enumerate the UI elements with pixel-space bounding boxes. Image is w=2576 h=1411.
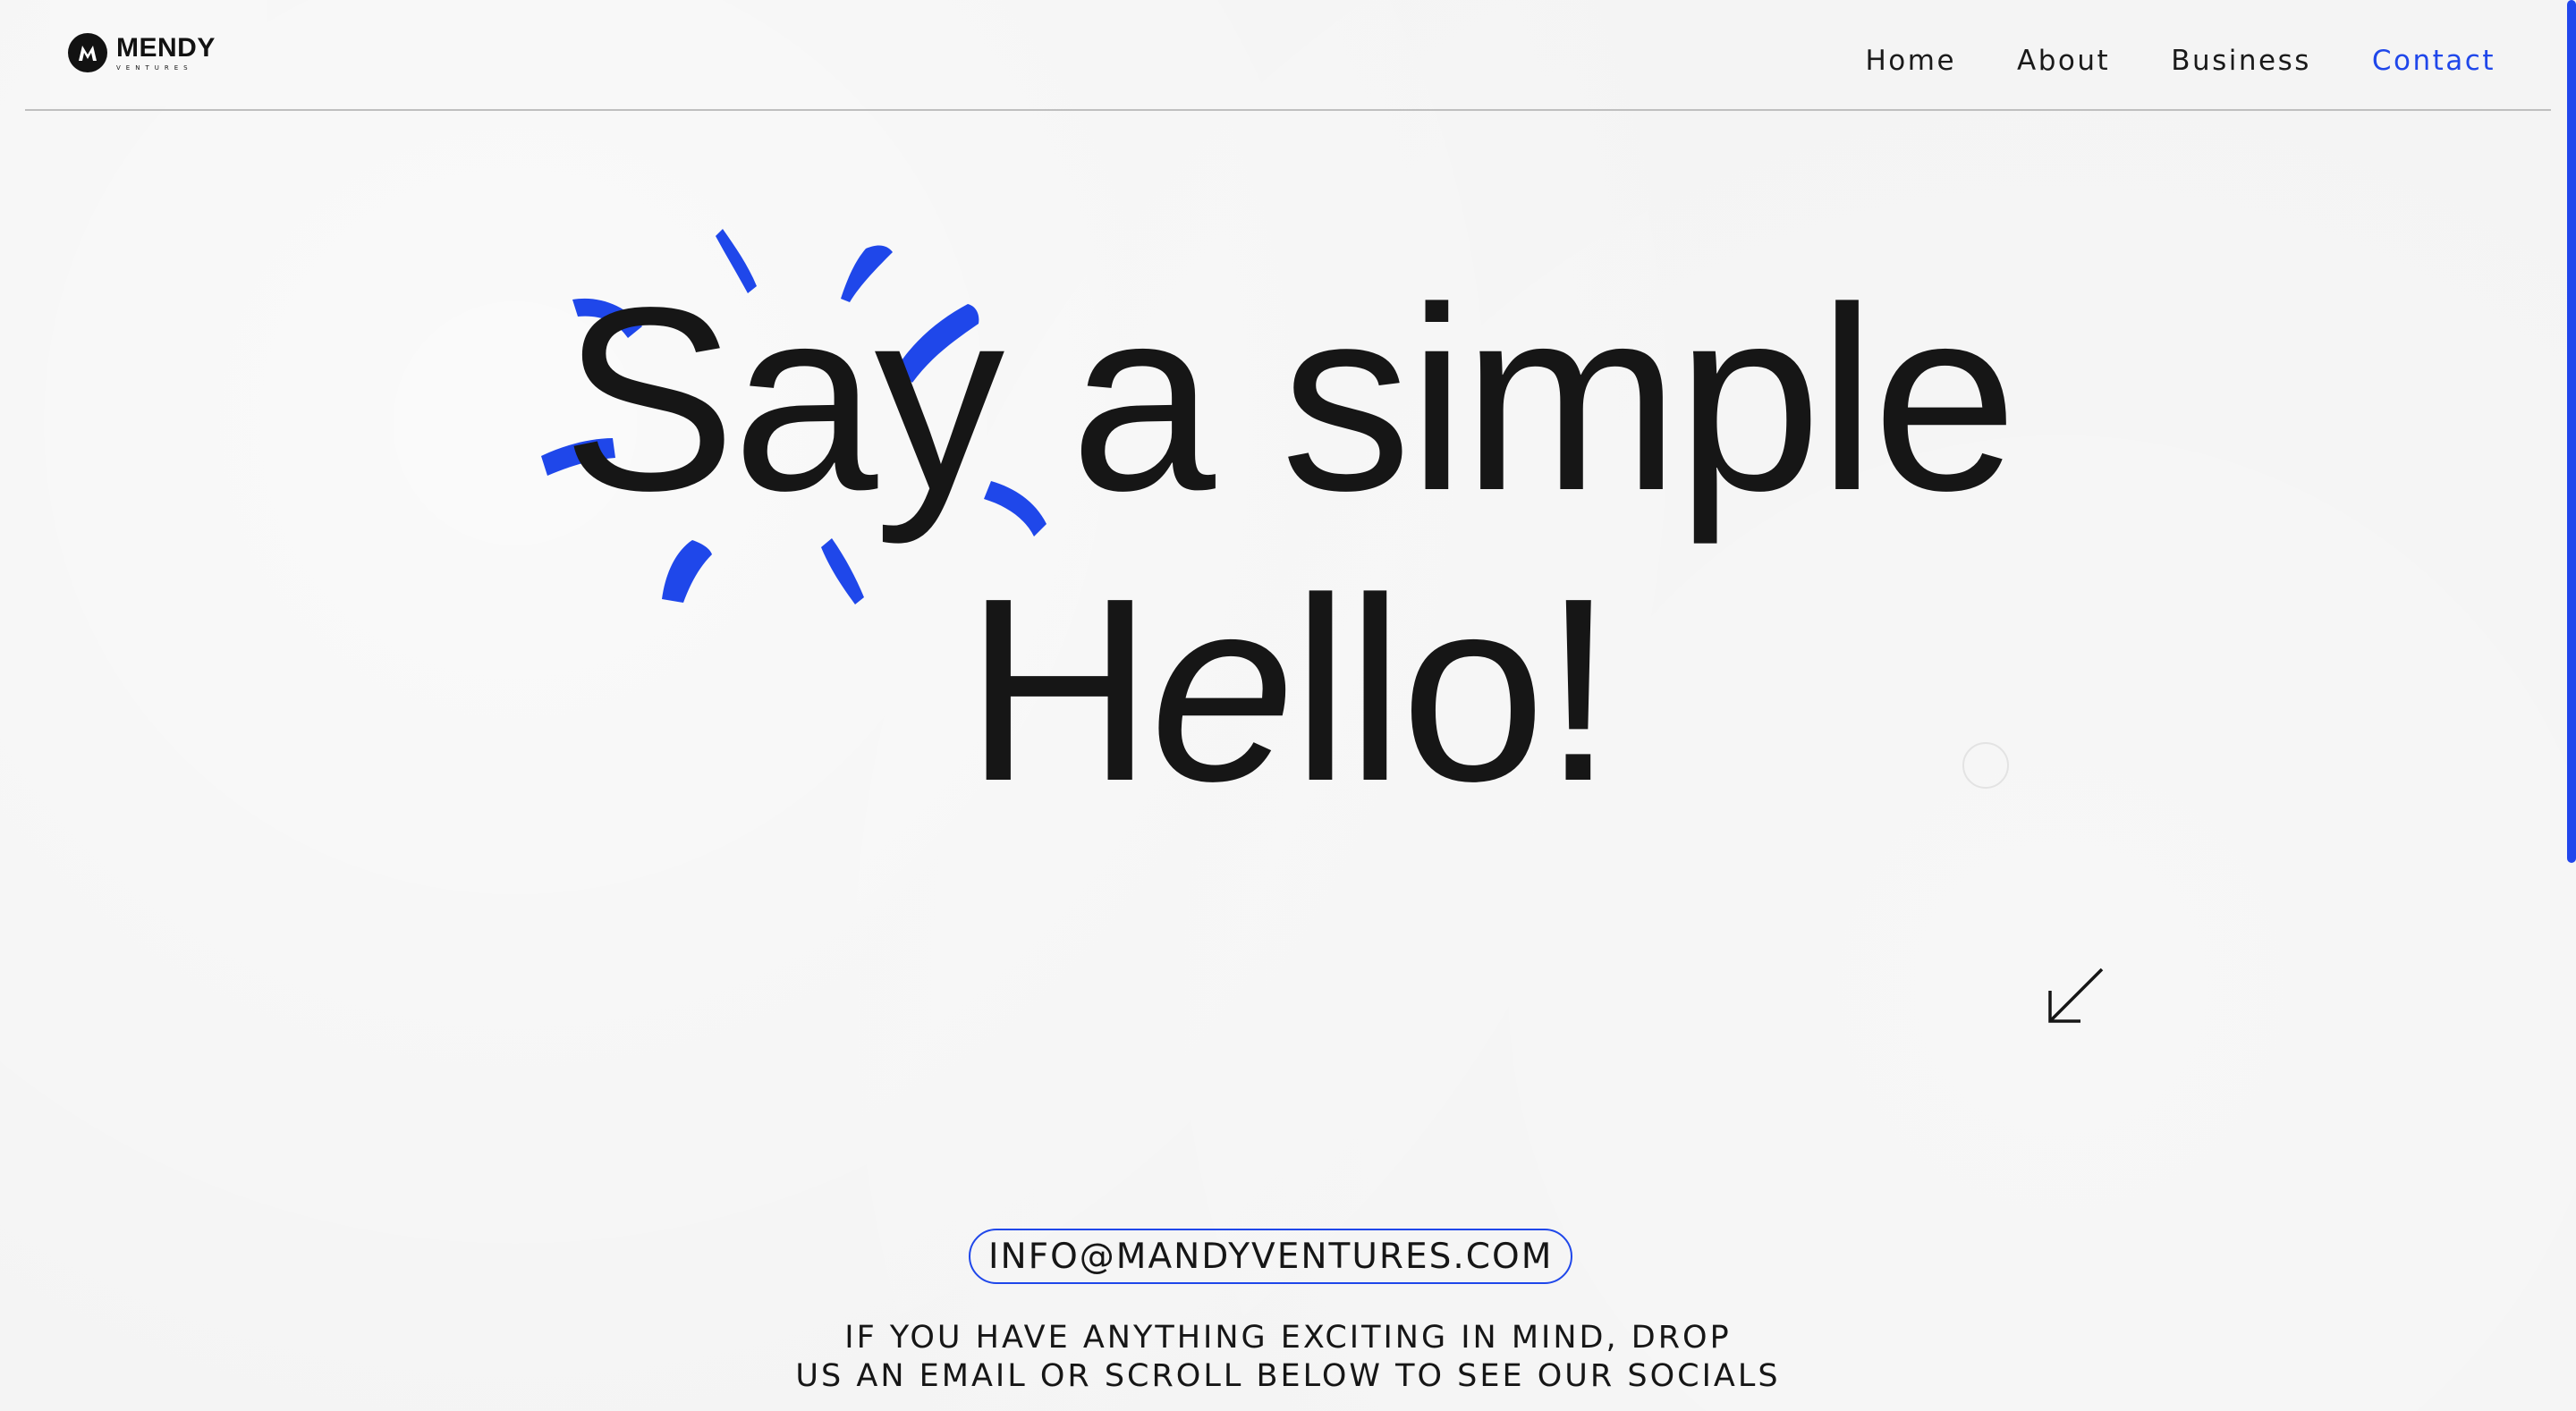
contact-page: MENDY VENTURES Home About Business Conta…	[0, 0, 2576, 1411]
logo-subtitle: VENTURES	[116, 63, 193, 72]
main-nav: Home About Business Contact	[1865, 45, 2496, 77]
brand-logo[interactable]: MENDY VENTURES	[50, 0, 267, 106]
logo-text: MENDY VENTURES	[116, 32, 216, 72]
hero-heading-line2: Hello!	[0, 559, 2576, 820]
header-divider	[25, 109, 2551, 111]
tagline-line1: IF YOU HAVE ANYTHING EXCITING IN MIND, D…	[844, 1320, 1732, 1356]
arrow-down-left-icon[interactable]	[2041, 964, 2107, 1030]
nav-business[interactable]: Business	[2171, 45, 2311, 77]
tagline-line2: US AN EMAIL OR SCROLL BELOW TO SEE OUR S…	[795, 1358, 1781, 1394]
hero-line2-start: H	[964, 544, 1154, 835]
hero-heading-line1: Say a simple	[562, 253, 2018, 545]
scrollbar-track[interactable]	[2563, 0, 2576, 1411]
hero-line2-end: llo!	[1292, 544, 1614, 835]
nav-contact[interactable]: Contact	[2372, 45, 2496, 77]
nav-about[interactable]: About	[2017, 45, 2110, 77]
email-link[interactable]: INFO@MANDYVENTURES.COM	[969, 1229, 1573, 1284]
contact-tagline: IF YOU HAVE ANYTHING EXCITING IN MIND, D…	[0, 1319, 2576, 1396]
cursor-follower	[1962, 742, 2009, 789]
scrollbar-thumb[interactable]	[2567, 0, 2576, 863]
hero-line2-italic: e	[1149, 544, 1295, 835]
nav-home[interactable]: Home	[1865, 45, 1956, 77]
logo-mark-icon	[68, 33, 107, 72]
logo-name: MENDY	[116, 32, 216, 63]
